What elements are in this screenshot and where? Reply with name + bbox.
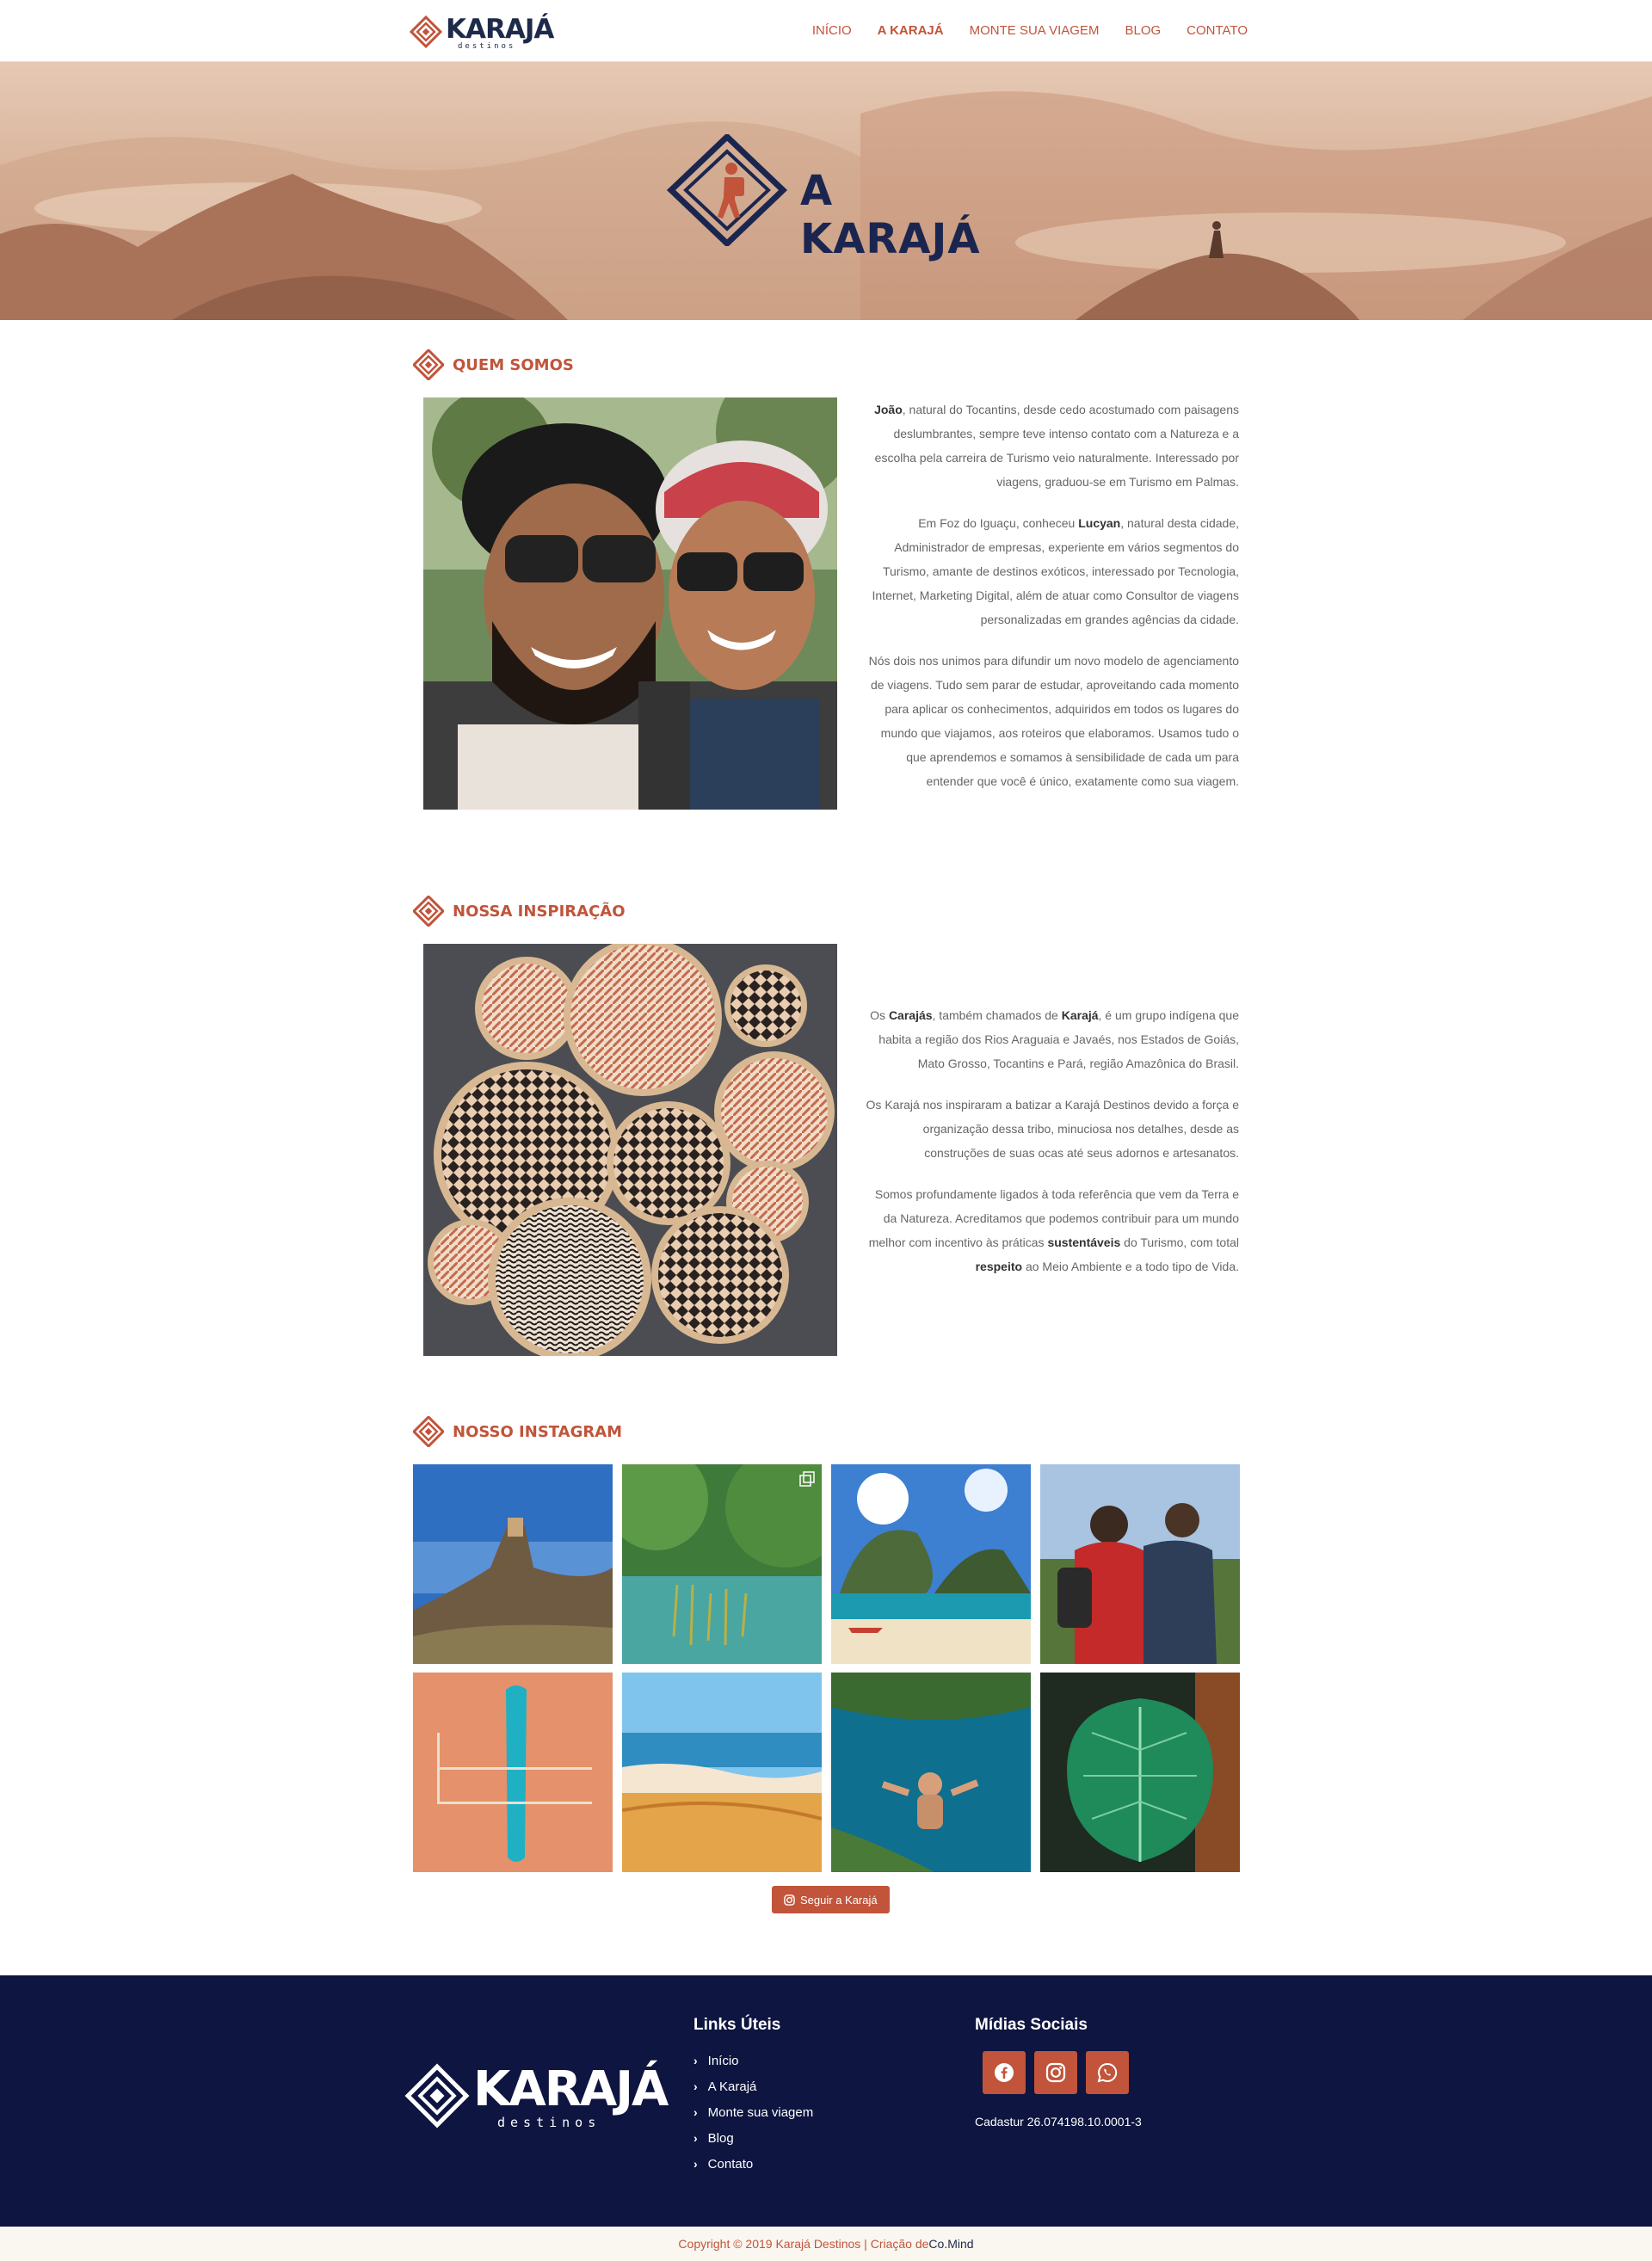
instagram-icon: [1045, 2062, 1066, 2083]
section-title: NOSSA INSPIRAÇÃO: [453, 902, 626, 921]
follow-instagram-label: Seguir a Karajá: [800, 1893, 878, 1907]
paragraph: Os Karajá nos inspiraram a batizar a Kar…: [865, 1093, 1239, 1165]
nav-contato[interactable]: CONTATO: [1187, 23, 1248, 38]
footer-link-contato[interactable]: Contato: [708, 2157, 754, 2172]
inspiracao-text: Os Carajás, também chamados de Karajá, é…: [865, 1003, 1239, 1296]
footer-link-item: › Contato: [693, 2151, 813, 2177]
footer-links-title: Links Úteis: [693, 2016, 781, 2034]
whatsapp-icon: [1097, 2062, 1118, 2083]
hero-title-block: A KARAJÁ: [663, 132, 1007, 263]
bold-text: Karajá: [1061, 1008, 1099, 1022]
name-lucyan: Lucyan: [1078, 516, 1121, 530]
instagram-post-swimmer[interactable]: [831, 1673, 1031, 1872]
section-diamond-icon: [413, 896, 444, 927]
instagram-post-tropical-leaf[interactable]: [1040, 1673, 1240, 1872]
nav-a-karaja[interactable]: A KARAJÁ: [878, 23, 944, 38]
chevron-right-icon: ›: [693, 2054, 698, 2067]
chevron-right-icon: ›: [693, 2131, 698, 2145]
site-logo[interactable]: KARAJÁ destinos: [410, 12, 554, 52]
footer-logo-wordmark: KARAJÁ: [473, 2061, 669, 2117]
chevron-right-icon: ›: [693, 2079, 698, 2093]
woven-baskets-image: [423, 944, 837, 1356]
footer-link-monte-sua-viagem[interactable]: Monte sua viagem: [708, 2105, 814, 2120]
facebook-icon: [995, 2063, 1014, 2082]
section-heading-quem-somos: QUEM SOMOS: [413, 349, 574, 380]
paragraph: Em Foz do Iguaçu, conheceu Lucyan, natur…: [865, 511, 1239, 631]
section-heading-instagram: NOSSO INSTAGRAM: [413, 1416, 622, 1447]
section-title: NOSSO INSTAGRAM: [453, 1422, 623, 1441]
footer-link-blog[interactable]: Blog: [708, 2131, 734, 2146]
nav-monte-sua-viagem[interactable]: MONTE SUA VIAGEM: [970, 23, 1100, 38]
instagram-post-cliff-statue[interactable]: [413, 1464, 613, 1664]
instagram-post-sandy-shore[interactable]: [622, 1673, 822, 1872]
instagram-post-green-lagoon[interactable]: [622, 1464, 822, 1664]
karaja-diamond-logo-icon: [410, 15, 442, 48]
paragraph-text: Os Karajá nos inspiraram a batizar a Kar…: [866, 1098, 1239, 1160]
footer-logo-subtitle: destinos: [497, 2115, 601, 2130]
social-buttons: [983, 2051, 1129, 2094]
karaja-diamond-logo-icon: [404, 2063, 470, 2129]
founders-selfie-image: [423, 397, 837, 810]
section-diamond-icon: [413, 349, 444, 380]
hiker-diamond-icon: [666, 132, 788, 248]
instagram-icon: [784, 1894, 795, 1906]
instagram-post-beach-rocks[interactable]: [831, 1464, 1031, 1664]
paragraph-text: , natural desta cidade, Administrador de…: [872, 516, 1239, 626]
facebook-button[interactable]: [983, 2051, 1026, 2094]
chevron-right-icon: ›: [693, 2105, 698, 2119]
copyright-text: Copyright © 2019 Karajá Destinos | Criaç…: [678, 2237, 929, 2251]
cadastur-number: Cadastur 26.074198.10.0001-3: [975, 2115, 1142, 2129]
hero-title: A KARAJÁ: [800, 167, 981, 263]
footer-link-item: › Blog: [693, 2125, 813, 2151]
section-title: QUEM SOMOS: [453, 355, 574, 374]
footer-link-item: › Monte sua viagem: [693, 2099, 813, 2125]
footer-links-list: › Início › A Karajá › Monte sua viagem › Blo…: [693, 2048, 813, 2177]
logo-subtitle: destinos: [458, 42, 516, 51]
chevron-right-icon: ›: [693, 2157, 698, 2171]
whatsapp-button[interactable]: [1086, 2051, 1129, 2094]
footer-social-title: Mídias Sociais: [975, 2016, 1088, 2034]
comind-credit-link[interactable]: Co.Mind: [928, 2237, 973, 2251]
hero-banner: A KARAJÁ: [0, 62, 1652, 320]
top-navbar: KARAJÁ destinos INÍCIO A KARAJÁ MONTE SU…: [0, 0, 1652, 62]
section-heading-inspiracao: NOSSA INSPIRAÇÃO: [413, 896, 626, 927]
instagram-post-two-friends[interactable]: [1040, 1464, 1240, 1664]
name-joao: João: [874, 403, 903, 416]
paragraph-text: Em Foz do Iguaçu, conheceu: [918, 516, 1079, 530]
paragraph-text: ao Meio Ambiente e a todo tipo de Vida.: [1022, 1260, 1239, 1273]
bold-text: sustentáveis: [1047, 1235, 1121, 1249]
paragraph: Nós dois nos unimos para difundir um nov…: [865, 649, 1239, 793]
paragraph-text: Nós dois nos unimos para difundir um nov…: [868, 654, 1239, 788]
bold-text: respeito: [975, 1260, 1023, 1273]
paragraph: Somos profundamente ligados à toda refer…: [865, 1182, 1239, 1278]
nav-blog[interactable]: BLOG: [1125, 23, 1161, 38]
instagram-post-canoe[interactable]: [413, 1673, 613, 1872]
instagram-feed: [413, 1464, 1240, 1872]
paragraph-text: do Turismo, com total: [1120, 1235, 1239, 1249]
footer-logo[interactable]: KARAJÁ destinos: [404, 2061, 669, 2130]
copyright-bar: Copyright © 2019 Karajá Destinos | Criaç…: [0, 2227, 1652, 2261]
quem-somos-text: João, natural do Tocantins, desde cedo a…: [865, 397, 1239, 810]
paragraph-text: , também chamados de: [932, 1008, 1062, 1022]
site-footer: KARAJÁ destinos: [0, 1975, 1652, 2227]
paragraph: Os Carajás, também chamados de Karajá, é…: [865, 1003, 1239, 1075]
nav-inicio[interactable]: INÍCIO: [812, 23, 852, 38]
paragraph-text: Os: [870, 1008, 889, 1022]
footer-link-a-karaja[interactable]: A Karajá: [708, 2079, 757, 2094]
bold-text: Carajás: [888, 1008, 933, 1022]
follow-instagram-button[interactable]: Seguir a Karajá: [772, 1886, 890, 1913]
footer-link-inicio[interactable]: Início: [708, 2054, 739, 2068]
logo-wordmark: KARAJÁ: [446, 14, 554, 45]
paragraph: João, natural do Tocantins, desde cedo a…: [865, 397, 1239, 494]
section-diamond-icon: [413, 1416, 444, 1447]
main-nav: INÍCIO A KARAJÁ MONTE SUA VIAGEM BLOG CO…: [812, 23, 1248, 38]
instagram-button[interactable]: [1034, 2051, 1077, 2094]
paragraph-text: , natural do Tocantins, desde cedo acost…: [874, 403, 1239, 489]
footer-link-item: › Início: [693, 2048, 813, 2073]
footer-link-item: › A Karajá: [693, 2073, 813, 2099]
multiple-photos-icon: [799, 1471, 815, 1487]
